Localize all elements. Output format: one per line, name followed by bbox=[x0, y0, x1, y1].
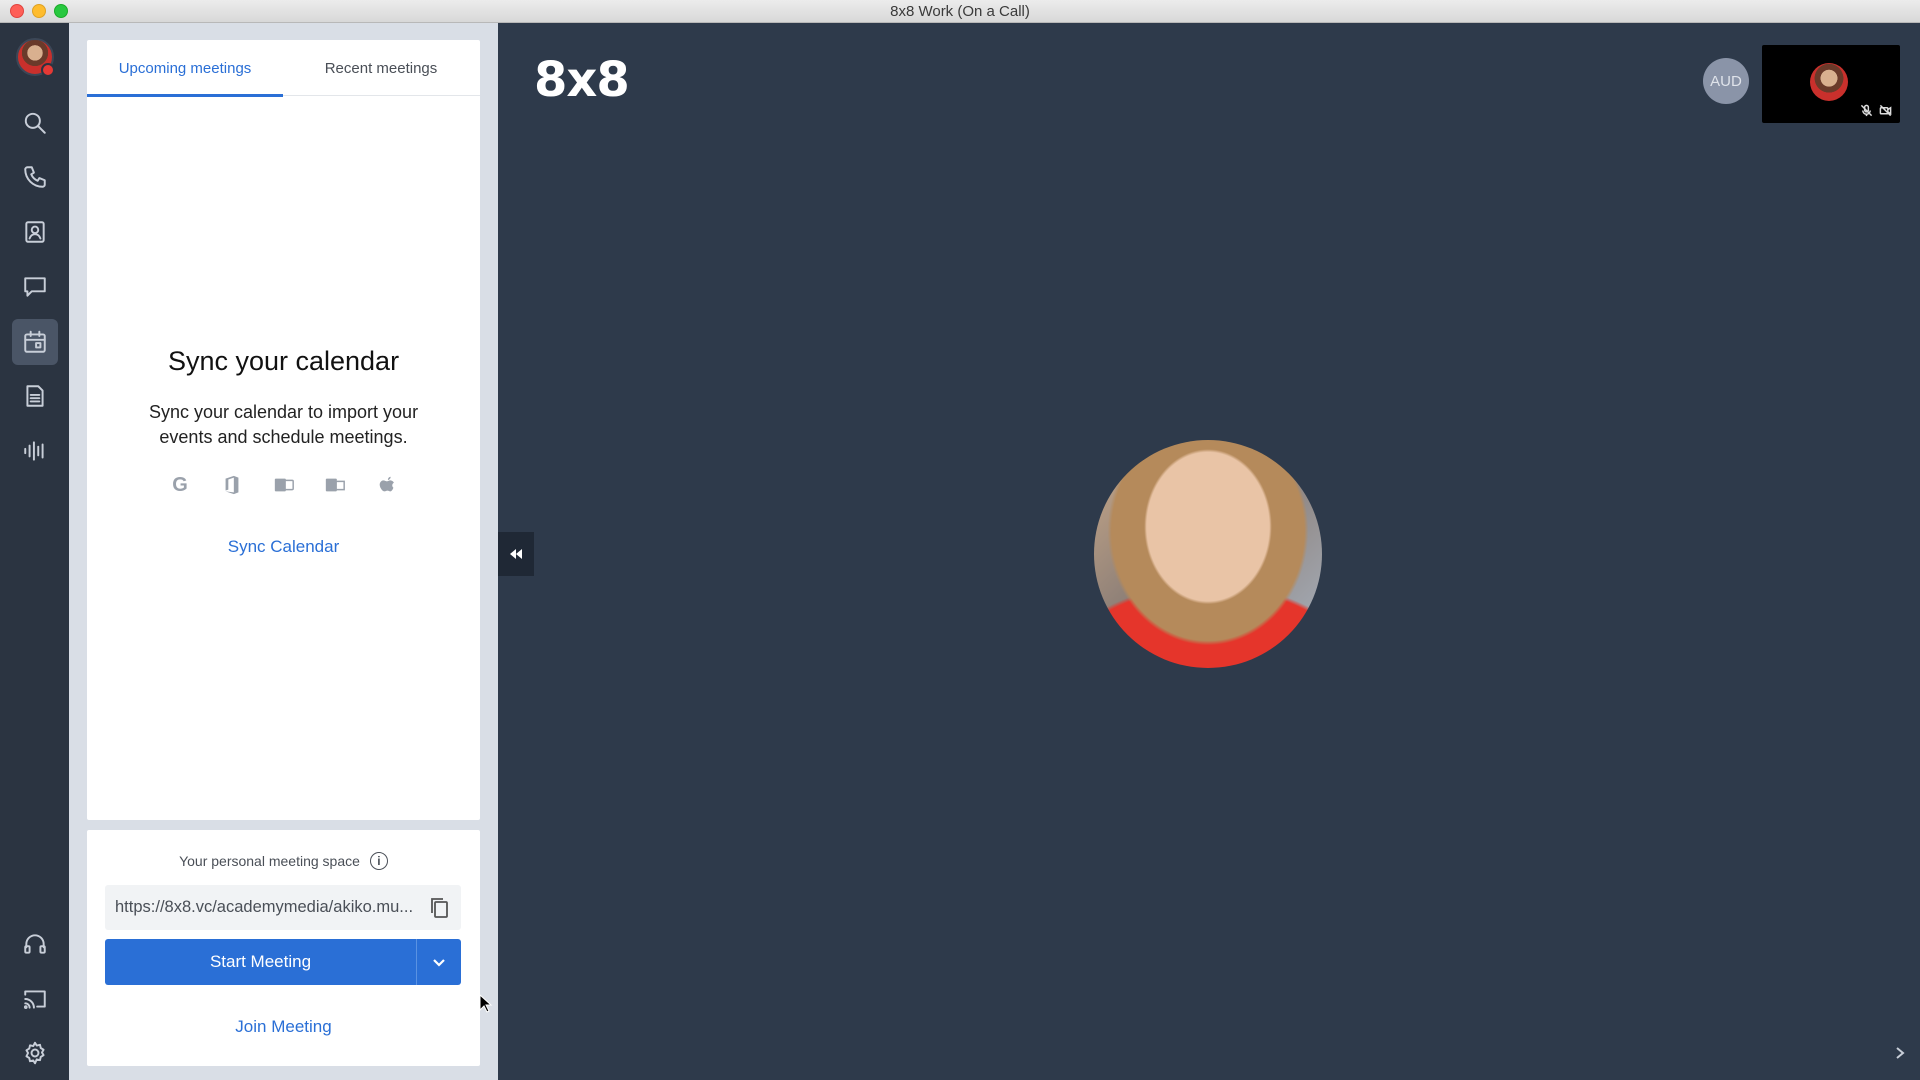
cast-icon bbox=[23, 990, 46, 1009]
join-meeting-link[interactable]: Join Meeting bbox=[87, 1017, 480, 1037]
chevron-right-icon[interactable] bbox=[1893, 1046, 1913, 1066]
personal-space-row: Your personal meeting space i bbox=[87, 852, 480, 870]
copy-icon[interactable] bbox=[429, 896, 451, 920]
sync-calendar-description: Sync your calendar to import your events… bbox=[148, 402, 419, 447]
nav-messages[interactable] bbox=[12, 264, 58, 310]
window-title: 8x8 Work (On a Call) bbox=[890, 3, 1030, 20]
nav-support[interactable] bbox=[12, 921, 58, 967]
phone-icon bbox=[24, 166, 46, 188]
self-status-icons bbox=[1860, 104, 1892, 117]
nav-cast[interactable] bbox=[12, 976, 58, 1022]
start-meeting-split-button: Start Meeting bbox=[105, 939, 461, 985]
nav-phone[interactable] bbox=[12, 154, 58, 200]
self-avatar bbox=[1810, 63, 1848, 101]
google-icon: G bbox=[172, 473, 188, 496]
nav-search[interactable] bbox=[12, 100, 58, 146]
sync-calendar-title: Sync your calendar bbox=[167, 346, 400, 376]
gear-icon bbox=[25, 1041, 45, 1065]
start-meeting-options-button[interactable] bbox=[417, 939, 461, 985]
headset-icon bbox=[24, 934, 46, 954]
exchange-icon bbox=[271, 472, 297, 498]
camera-off-icon bbox=[1879, 104, 1892, 117]
participant-avatar bbox=[1094, 440, 1322, 668]
self-view-tile[interactable] bbox=[1762, 45, 1900, 123]
document-icon bbox=[26, 385, 44, 407]
personal-space-label: Your personal meeting space bbox=[179, 853, 360, 869]
outlook-icon bbox=[322, 472, 348, 498]
chevron-down-icon bbox=[433, 959, 445, 967]
mouse-cursor bbox=[479, 993, 493, 1014]
personal-meeting-card: Your personal meeting space i https://8x… bbox=[87, 830, 480, 1066]
meetings-tabs: Upcoming meetings Recent meetings bbox=[87, 40, 480, 97]
nav-rail bbox=[0, 23, 69, 1080]
nav-meetings[interactable] bbox=[12, 319, 58, 365]
sync-calendar-link[interactable]: Sync Calendar bbox=[87, 537, 480, 557]
calendar-providers: G bbox=[167, 472, 400, 498]
calendar-icon bbox=[24, 330, 46, 353]
contacts-icon bbox=[25, 221, 45, 243]
info-icon[interactable]: i bbox=[369, 852, 388, 870]
search-icon bbox=[24, 112, 46, 134]
office365-icon bbox=[219, 472, 245, 498]
nav-contacts[interactable] bbox=[12, 209, 58, 255]
nav-voicemail[interactable] bbox=[12, 428, 58, 474]
presence-badge bbox=[41, 63, 55, 77]
audio-participant-badge[interactable]: AUD bbox=[1703, 58, 1749, 104]
brand-logo: 8x8 bbox=[534, 52, 630, 108]
audio-wave-icon bbox=[24, 441, 44, 461]
double-chevron-left-icon bbox=[510, 549, 522, 559]
meetings-list-card: Upcoming meetings Recent meetings Sync y… bbox=[87, 40, 480, 820]
personal-meeting-url-field[interactable]: https://8x8.vc/academymedia/akiko.mu... bbox=[105, 885, 461, 930]
tab-upcoming-meetings[interactable]: Upcoming meetings bbox=[87, 40, 283, 97]
tab-recent-meetings[interactable]: Recent meetings bbox=[283, 40, 479, 96]
apple-icon bbox=[374, 472, 400, 498]
nav-documents[interactable] bbox=[12, 373, 58, 419]
nav-settings[interactable] bbox=[12, 1030, 58, 1076]
mic-muted-icon bbox=[1860, 104, 1873, 117]
start-meeting-button[interactable]: Start Meeting bbox=[105, 939, 417, 985]
user-avatar[interactable] bbox=[16, 38, 55, 77]
collapse-panel-button[interactable] bbox=[498, 532, 534, 576]
personal-meeting-url: https://8x8.vc/academymedia/akiko.mu... bbox=[115, 898, 414, 916]
title-bar: 8x8 Work (On a Call) bbox=[0, 0, 1920, 23]
chat-icon bbox=[24, 277, 46, 297]
